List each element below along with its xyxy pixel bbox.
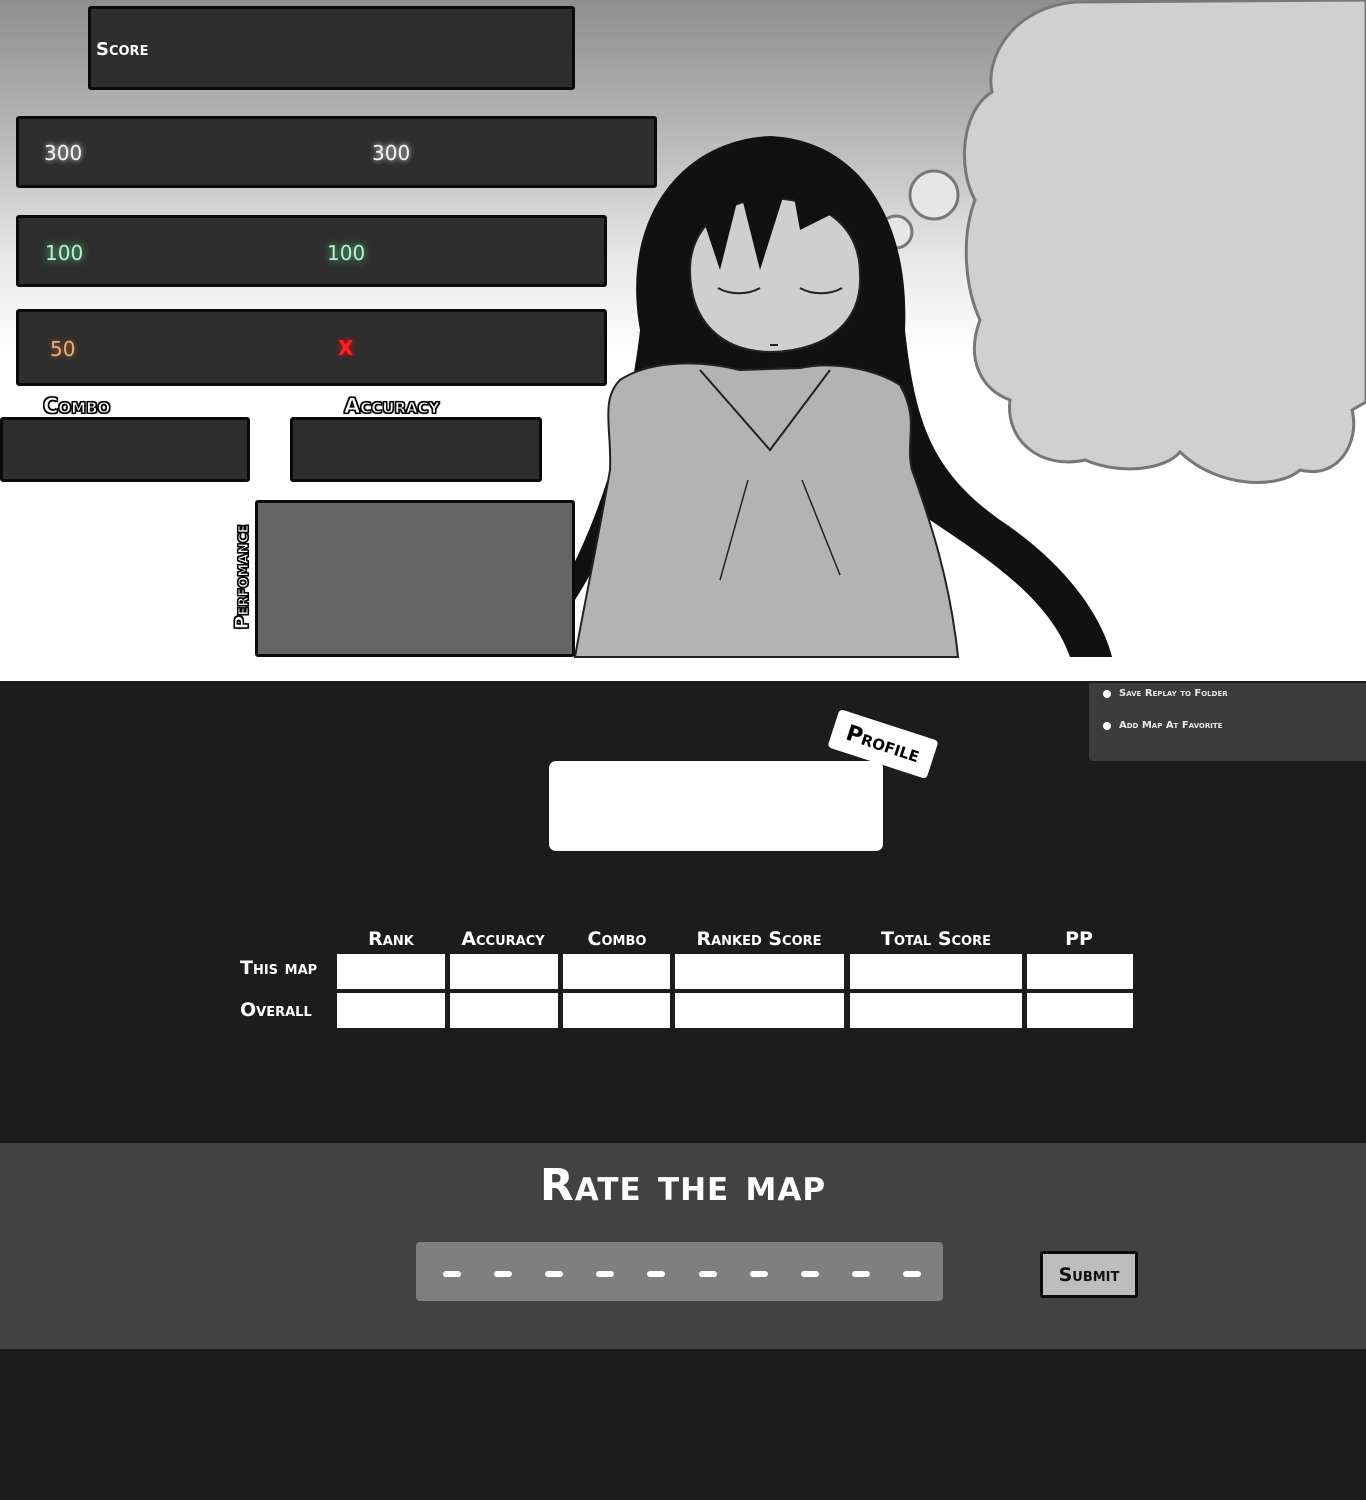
cell-overall-combo bbox=[563, 993, 670, 1028]
performance-label-wrap: Perfomance bbox=[229, 500, 255, 655]
cell-overall-rank bbox=[337, 993, 445, 1028]
hit-50-row: 50 X bbox=[16, 309, 607, 386]
rating-title: Rate the map bbox=[539, 1160, 827, 1211]
hit-100-label: 100 bbox=[45, 241, 84, 265]
rating-step-9[interactable] bbox=[851, 1271, 870, 1277]
col-ranked-score: Ranked Score bbox=[696, 928, 822, 950]
cell-this-map-pp bbox=[1027, 954, 1133, 989]
rating-step-10[interactable] bbox=[903, 1271, 921, 1277]
rating-step-7[interactable] bbox=[749, 1271, 768, 1277]
cell-this-map-combo bbox=[563, 954, 670, 989]
hit-100-row: 100 100 bbox=[16, 215, 607, 287]
col-combo: Combo bbox=[587, 928, 647, 950]
rating-step-6[interactable] bbox=[698, 1271, 717, 1277]
col-accuracy: Accuracy bbox=[461, 928, 545, 950]
hoodie bbox=[573, 362, 960, 658]
hit-50-label: 50 bbox=[50, 337, 76, 361]
cell-this-map-ranked-score bbox=[675, 954, 844, 989]
cell-overall-total-score bbox=[850, 993, 1022, 1028]
thought-cloud bbox=[962, 0, 1366, 484]
add-favorite-label: Add Map At Favorite bbox=[1119, 720, 1223, 731]
rating-step-8[interactable] bbox=[800, 1271, 819, 1277]
save-replay-label: Save Replay to Folder bbox=[1119, 688, 1228, 699]
profile-card[interactable] bbox=[549, 761, 883, 851]
performance-graph bbox=[255, 500, 575, 657]
cell-this-map-rank bbox=[337, 954, 445, 989]
row-overall: Overall bbox=[240, 999, 312, 1021]
hit-geki-label: 300 bbox=[372, 141, 411, 165]
cell-overall-pp bbox=[1027, 993, 1133, 1028]
rating-step-1[interactable] bbox=[443, 1271, 461, 1277]
row-this-map: This map bbox=[240, 957, 318, 979]
col-rank: Rank bbox=[368, 928, 414, 950]
score-panel: Score bbox=[88, 6, 575, 90]
bullet-icon bbox=[1103, 722, 1111, 730]
thought-bubble-large bbox=[908, 169, 960, 221]
performance-label: Perfomance bbox=[231, 524, 254, 630]
accuracy-label: Accuracy bbox=[343, 394, 440, 419]
cell-overall-accuracy bbox=[450, 993, 558, 1028]
submit-button[interactable]: Submit bbox=[1040, 1251, 1138, 1298]
bullet-icon bbox=[1103, 690, 1111, 698]
submit-label: Submit bbox=[1058, 1263, 1120, 1286]
options-menu: Save Replay to Folder Add Map At Favorit… bbox=[1089, 683, 1366, 761]
save-replay-option[interactable]: Save Replay to Folder bbox=[1103, 688, 1228, 699]
combo-label: Combo bbox=[42, 394, 111, 419]
col-total-score: Total Score bbox=[881, 928, 991, 950]
rating-step-4[interactable] bbox=[596, 1271, 615, 1277]
rating-step-5[interactable] bbox=[647, 1271, 666, 1277]
miss-icon: X bbox=[338, 336, 354, 360]
cell-this-map-accuracy bbox=[450, 954, 558, 989]
rating-step-3[interactable] bbox=[545, 1271, 564, 1277]
hit-300-label: 300 bbox=[44, 141, 83, 165]
rating-slider[interactable] bbox=[416, 1242, 943, 1301]
add-favorite-option[interactable]: Add Map At Favorite bbox=[1103, 720, 1223, 731]
cell-this-map-total-score bbox=[850, 954, 1022, 989]
result-hero: Score 300 300 100 100 50 X Combo Accurac… bbox=[0, 0, 1366, 681]
score-label: Score bbox=[96, 39, 149, 60]
hit-300-row: 300 300 bbox=[16, 116, 657, 188]
combo-panel bbox=[0, 417, 250, 482]
accuracy-panel bbox=[290, 417, 542, 482]
rating-step-2[interactable] bbox=[494, 1271, 513, 1277]
cell-overall-ranked-score bbox=[675, 993, 844, 1028]
col-pp: PP bbox=[1065, 928, 1093, 950]
hit-katu-label: 100 bbox=[327, 241, 366, 265]
